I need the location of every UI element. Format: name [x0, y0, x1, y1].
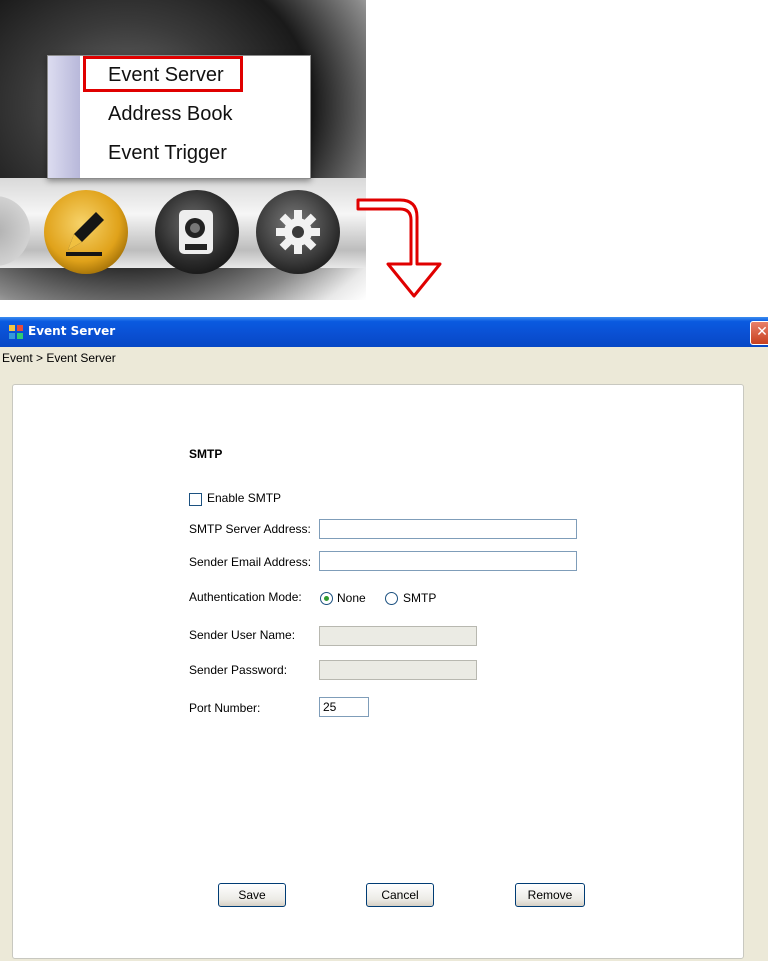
- red-turn-arrow-icon: [356, 198, 442, 298]
- section-title-smtp: SMTP: [189, 447, 223, 461]
- sender-user-label: Sender User Name:: [189, 628, 296, 642]
- auth-none-label: None: [337, 591, 366, 605]
- window-title: Event Server: [28, 324, 116, 338]
- highlight-layer: [47, 55, 309, 177]
- save-button[interactable]: Save: [218, 883, 286, 907]
- highlight-box: [83, 56, 243, 92]
- sender-user-input[interactable]: [319, 626, 477, 646]
- camera-icon: [179, 210, 213, 254]
- camera-button[interactable]: [155, 190, 239, 274]
- port-number-input[interactable]: 25: [319, 697, 369, 717]
- settings-button[interactable]: [256, 190, 340, 274]
- port-number-label: Port Number:: [189, 701, 261, 715]
- window-titlebar[interactable]: Event Server ✕: [0, 317, 768, 347]
- cancel-button[interactable]: Cancel: [366, 883, 434, 907]
- settings-panel: SMTP Enable SMTP SMTP Server Address: Se…: [12, 384, 744, 959]
- event-edit-button[interactable]: [44, 190, 128, 274]
- application-icon: [9, 325, 23, 339]
- sender-email-input[interactable]: [319, 551, 577, 571]
- sender-password-input[interactable]: [319, 660, 477, 680]
- event-server-window: Event Server ✕ Event > Event Server SMTP…: [0, 317, 768, 961]
- pencil-icon: [66, 212, 104, 256]
- smtp-server-input[interactable]: [319, 519, 577, 539]
- enable-smtp-label: Enable SMTP: [207, 491, 282, 505]
- enable-smtp-checkbox[interactable]: [189, 493, 202, 506]
- sender-email-label: Sender Email Address:: [189, 555, 312, 569]
- auth-smtp-label: SMTP: [403, 591, 437, 605]
- auth-mode-label: Authentication Mode:: [189, 590, 302, 604]
- auth-none-radio[interactable]: [320, 592, 333, 605]
- close-icon[interactable]: ✕: [750, 321, 768, 345]
- gear-icon: [276, 210, 320, 254]
- auth-smtp-radio[interactable]: [385, 592, 398, 605]
- sender-password-label: Sender Password:: [189, 663, 288, 677]
- breadcrumb: Event > Event Server: [2, 351, 116, 365]
- remove-button[interactable]: Remove: [515, 883, 585, 907]
- smtp-server-label: SMTP Server Address:: [189, 522, 311, 536]
